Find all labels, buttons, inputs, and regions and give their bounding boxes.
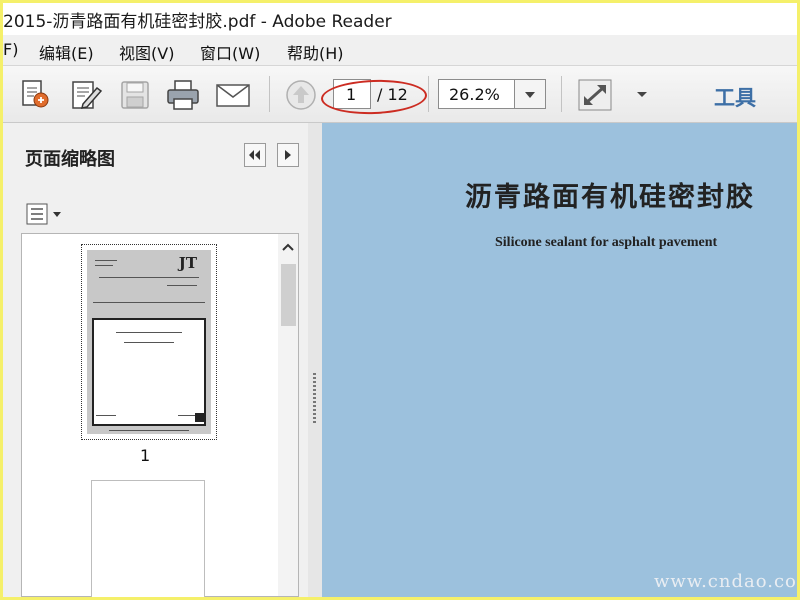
watermark: www.cndao.com [654,571,797,592]
toolbar-separator [561,76,562,112]
page-thumbnail-label: 1 [140,446,151,465]
toolbar-separator [269,76,270,112]
thumbnail-options-button[interactable] [25,201,65,227]
menu-window[interactable]: 窗口(W) [200,40,260,64]
chevron-down-icon [525,92,535,98]
thumbnail-scrollbar[interactable] [278,234,298,596]
expand-pane-button[interactable] [277,143,299,167]
app-window: 2015-沥青路面有机硅密封胶.pdf - Adobe Reader F) 编辑… [3,3,797,597]
menu-view[interactable]: 视图(V) [119,40,174,64]
document-subtitle: Silicone sealant for asphalt pavement [495,235,718,250]
page-thumbnail-1[interactable]: JT [81,244,217,440]
menu-bar: F) 编辑(E) 视图(V) 窗口(W) 帮助(H) [3,35,797,66]
collapse-pane-button[interactable] [244,143,266,167]
scroll-up-icon[interactable] [282,242,294,254]
thumbnail-text-line [109,430,189,431]
page-thumbnails-pane: 页面缩略图 JT 1 [3,123,309,597]
save-icon[interactable] [117,78,153,112]
email-icon[interactable] [215,78,251,112]
page-thumbnail-image: JT [87,250,211,434]
thumbnail-text-line [116,332,182,333]
thumbnail-text-line [99,277,199,278]
thumbnail-text-line [95,265,113,266]
previous-page-icon[interactable] [283,78,319,112]
thumbnail-cover-panel [92,318,206,426]
page-thumbnail-2[interactable] [91,480,205,597]
title-bar: 2015-沥青路面有机硅密封胶.pdf - Adobe Reader [3,3,797,35]
toolbar: 1 / 12 26.2% 工具 [3,66,797,123]
right-arrow-icon [285,150,291,160]
zoom-input[interactable]: 26.2% [438,79,516,109]
print-icon[interactable] [165,78,201,112]
toolbar-separator [428,76,429,112]
document-view[interactable]: 沥青路面有机硅密封胶 Silicone sealant for asphalt … [322,123,797,597]
zoom-dropdown-button[interactable] [514,79,546,109]
fit-window-icon[interactable] [577,78,613,112]
more-tools-chevron-icon[interactable] [629,78,665,112]
create-pdf-icon[interactable] [17,78,53,112]
splitter-grip[interactable] [313,373,316,423]
tools-button[interactable]: 工具 [714,82,756,112]
thumbnail-corner-mark [195,413,204,422]
pane-title: 页面缩略图 [25,149,115,170]
document-title: 沥青路面有机硅密封胶 [465,182,755,213]
thumbnail-text-line [95,260,117,261]
double-left-arrow-icon [249,150,260,160]
scrollbar-thumb[interactable] [281,264,296,326]
thumbnail-list[interactable]: JT 1 [21,233,299,597]
thumbnail-standard-mark: JT [178,254,197,272]
thumbnail-text-line [167,285,197,286]
menu-edit[interactable]: 编辑(E) [39,40,94,64]
thumbnail-rule [93,302,205,303]
thumbnail-text-line [124,342,174,343]
menu-file[interactable]: F) [3,40,18,59]
thumbnail-text-line [96,415,116,416]
pane-splitter[interactable] [308,123,322,597]
window-title: 2015-沥青路面有机硅密封胶.pdf - Adobe Reader [3,12,392,32]
edit-icon[interactable] [69,78,105,112]
menu-help[interactable]: 帮助(H) [287,40,344,64]
